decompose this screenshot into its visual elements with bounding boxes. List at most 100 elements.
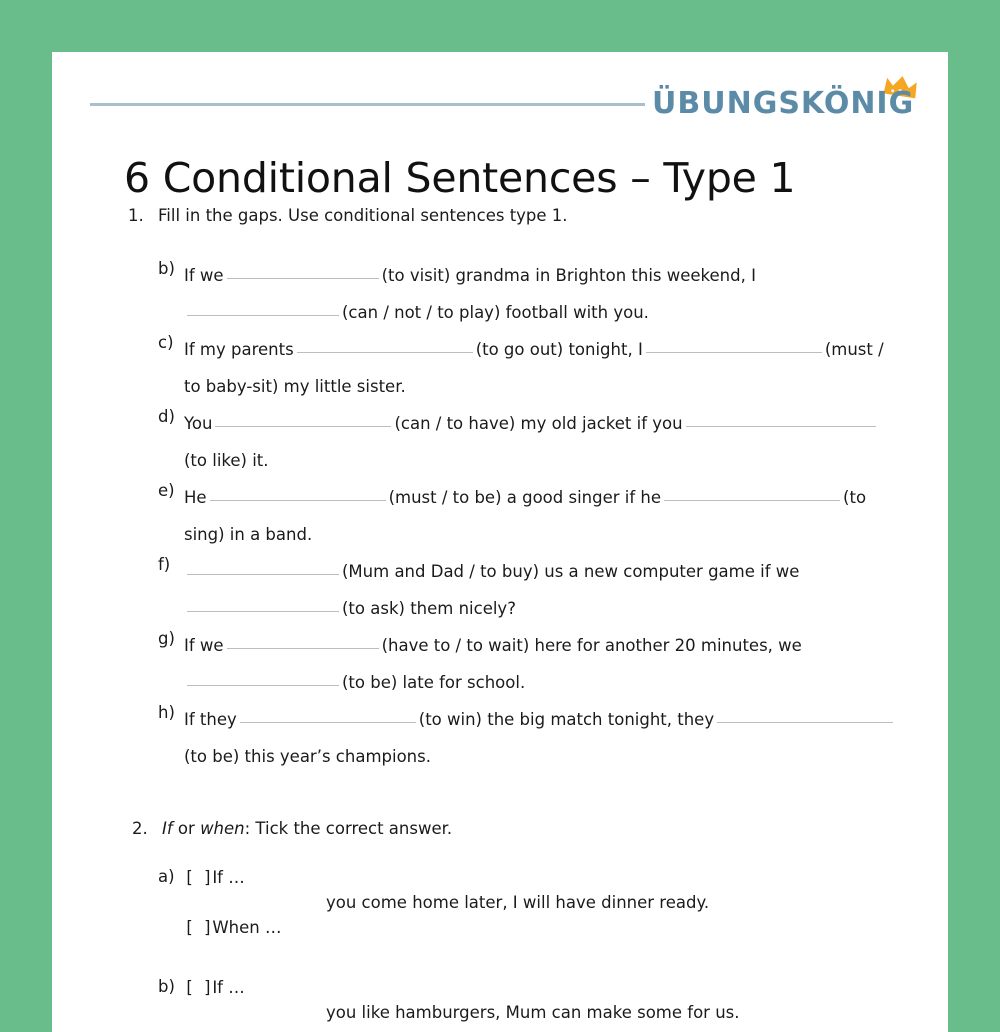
tick-sentence: you like hamburgers, Mum can make some f… bbox=[326, 1003, 740, 1022]
item-line: If we (to visit) grandma in Brighton this… bbox=[184, 266, 756, 322]
exercise-item-g: g) If we (have to / to wait) here for ano… bbox=[158, 627, 948, 701]
item-body: If we (have to / to wait) here for anothe… bbox=[184, 627, 920, 701]
item-line: If we (have to / to wait) here for anothe… bbox=[184, 636, 802, 692]
fill-in-blank[interactable] bbox=[239, 710, 416, 723]
item-line-2: to baby-sit) my little sister. bbox=[184, 377, 406, 396]
item-label: g) bbox=[158, 629, 175, 648]
item-label: b) bbox=[158, 977, 175, 996]
exercise-item-h: h) If they (to win) the big match tonight… bbox=[158, 701, 948, 775]
exercise-item-e: e) He (must / to be) a good singer if he (… bbox=[158, 479, 948, 553]
item-body: If we (to visit) grandma in Brighton this… bbox=[184, 257, 920, 331]
item-label: h) bbox=[158, 703, 175, 722]
worksheet-page: ÜBUNGSKÖNIG 6 Conditional Sentences – Ty… bbox=[52, 52, 948, 1032]
exercise-item-b: b) If we (to visit) grandma in Brighton t… bbox=[158, 257, 948, 331]
fill-in-blank[interactable] bbox=[685, 414, 876, 427]
fill-in-blank[interactable] bbox=[226, 266, 379, 279]
text-after-blank: (Mum and Dad / to buy) us a new computer… bbox=[342, 562, 800, 581]
item-line-2: (to like) it. bbox=[184, 451, 269, 470]
item-label: f) bbox=[158, 555, 171, 574]
fill-in-blank[interactable] bbox=[187, 673, 339, 686]
tick-option-when[interactable]: [ ]When … bbox=[184, 915, 920, 940]
item-line: If they (to win) the big match tonight, t… bbox=[184, 710, 896, 766]
text-after-blank: (have to / to wait) here for another 20 … bbox=[381, 636, 802, 655]
tick-sentence: you come home later, I will have dinner … bbox=[326, 893, 710, 912]
header-rule bbox=[90, 103, 645, 106]
item-line: If my parents (to go out) tonight, I (must… bbox=[184, 340, 884, 396]
item-body: (Mum and Dad / to buy) us a new computer… bbox=[184, 553, 920, 627]
fill-in-blank[interactable] bbox=[187, 599, 339, 612]
instruction-keyword-when: when bbox=[200, 819, 245, 838]
text-after-blank: (to bbox=[843, 488, 867, 507]
exercise-2-instruction: If or when: Tick the correct answer. bbox=[162, 817, 452, 840]
item-body: He (must / to be) a good singer if he (to s… bbox=[184, 479, 920, 553]
item-body: If they (to win) the big match tonight, t… bbox=[184, 701, 920, 775]
item-line: He (must / to be) a good singer if he (to s… bbox=[184, 488, 866, 544]
fill-in-blank[interactable] bbox=[645, 340, 822, 353]
checkbox-if[interactable]: [ ] bbox=[184, 868, 213, 887]
tick-option-if[interactable]: [ ]If … bbox=[184, 975, 920, 1000]
item-line-2: sing) in a band. bbox=[184, 525, 313, 544]
fill-in-blank[interactable] bbox=[187, 303, 339, 316]
exercise-1-heading: 1. Fill in the gaps. Use conditional sen… bbox=[128, 204, 948, 227]
page-title: 6 Conditional Sentences – Type 1 bbox=[124, 154, 796, 202]
tick-item-a: a) [ ]If … you come home later, I will h… bbox=[158, 865, 948, 940]
item-body: You (can / to have) my old jacket if you (… bbox=[184, 405, 920, 479]
checkbox-if[interactable]: [ ] bbox=[184, 978, 213, 997]
item-body: [ ]If … you come home later, I will have… bbox=[184, 865, 920, 940]
fill-in-blank[interactable] bbox=[187, 562, 339, 575]
fill-in-blank[interactable] bbox=[717, 710, 894, 723]
exercise-item-c: c) If my parents (to go out) tonight, I (m… bbox=[158, 331, 948, 405]
exercise-2: 2. If or when: Tick the correct answer. … bbox=[52, 817, 948, 1025]
item-label: d) bbox=[158, 407, 175, 426]
exercise-1-items: b) If we (to visit) grandma in Brighton t… bbox=[52, 257, 948, 775]
option-label-if: If … bbox=[212, 868, 245, 887]
fill-in-blank[interactable] bbox=[664, 488, 841, 501]
option-label-if: If … bbox=[212, 978, 245, 997]
exercise-2-items: a) [ ]If … you come home later, I will h… bbox=[52, 865, 948, 1025]
checkbox-when[interactable]: [ ] bbox=[184, 918, 213, 937]
item-label: e) bbox=[158, 481, 175, 500]
brand-logo: ÜBUNGSKÖNIG bbox=[652, 74, 917, 130]
exercise-1: 1. Fill in the gaps. Use conditional sen… bbox=[52, 204, 948, 775]
fill-in-blank[interactable] bbox=[215, 414, 392, 427]
text-after-blank: (to be) late for school. bbox=[342, 673, 526, 692]
text-between-blanks: (can / to have) my old jacket if you bbox=[394, 414, 683, 433]
option-label-when: When … bbox=[212, 918, 282, 937]
text-after-blank: (can / not / to play) football with you. bbox=[342, 303, 649, 322]
brand-name: ÜBUNGSKÖNIG bbox=[652, 86, 915, 121]
exercise-item-f: f) (Mum and Dad / to buy) us a new compu… bbox=[158, 553, 948, 627]
exercise-item-d: d) You (can / to have) my old jacket if y… bbox=[158, 405, 948, 479]
text-before-blank: You bbox=[184, 414, 213, 433]
fill-in-blank[interactable] bbox=[296, 340, 473, 353]
instruction-tail: : Tick the correct answer. bbox=[244, 819, 453, 838]
tick-item-b: b) [ ]If … you like hamburgers, Mum can … bbox=[158, 975, 948, 1025]
exercise-2-number: 2. bbox=[132, 819, 148, 838]
item-line: You (can / to have) my old jacket if you (… bbox=[184, 414, 879, 470]
exercise-1-instruction: Fill in the gaps. Use conditional senten… bbox=[158, 206, 568, 225]
text-before-blank: He bbox=[184, 488, 207, 507]
text-after-blank: (to ask) them nicely? bbox=[342, 599, 516, 618]
text-before-blank: If we bbox=[184, 636, 224, 655]
text-before-blank: If they bbox=[184, 710, 237, 729]
fill-in-blank[interactable] bbox=[209, 488, 386, 501]
text-after-blank: (to visit) grandma in Brighton this week… bbox=[381, 266, 756, 285]
item-line-2: (to be) this year’s champions. bbox=[184, 747, 431, 766]
item-line: (Mum and Dad / to buy) us a new computer… bbox=[184, 562, 799, 618]
item-label: b) bbox=[158, 259, 175, 278]
text-between-blanks: (to go out) tonight, I bbox=[475, 340, 643, 359]
exercise-2-heading: 2. If or when: Tick the correct answer. bbox=[132, 817, 948, 840]
item-label: a) bbox=[158, 867, 175, 886]
exercise-1-number: 1. bbox=[128, 206, 144, 225]
item-label: c) bbox=[158, 333, 174, 352]
text-before-blank: If we bbox=[184, 266, 224, 285]
text-after-blank: (must / bbox=[824, 340, 884, 359]
text-between-blanks: (must / to be) a good singer if he bbox=[388, 488, 662, 507]
instruction-keyword-if: If bbox=[162, 819, 173, 838]
fill-in-blank[interactable] bbox=[226, 636, 379, 649]
instruction-conjunction: or bbox=[172, 819, 201, 838]
text-before-blank: If my parents bbox=[184, 340, 294, 359]
item-body: If my parents (to go out) tonight, I (must… bbox=[184, 331, 920, 405]
tick-option-if[interactable]: [ ]If … bbox=[184, 865, 920, 890]
